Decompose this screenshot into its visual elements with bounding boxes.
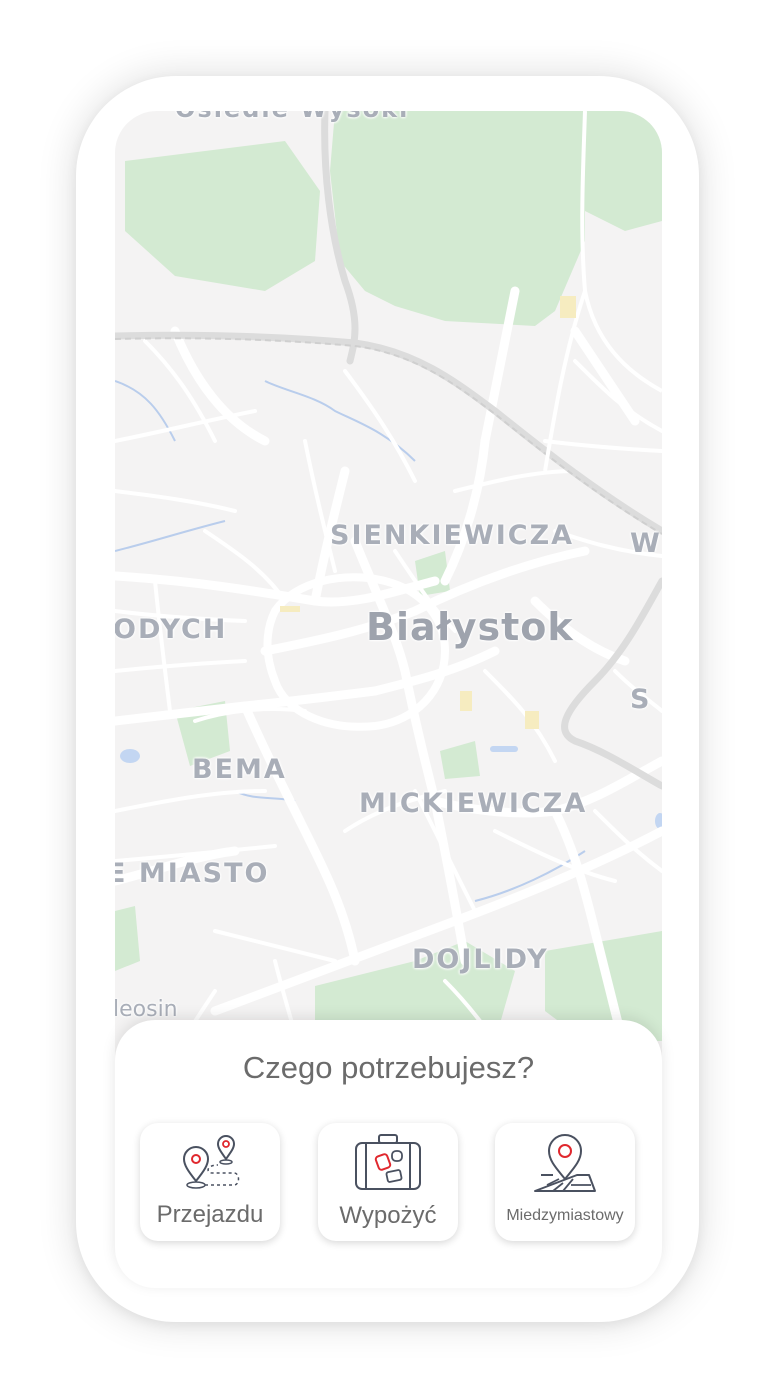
option-miedzymiastowy-label: Miedzymiastowy: [506, 1207, 624, 1224]
map-pin-icon: [534, 1134, 596, 1192]
route-pins-icon: [182, 1135, 240, 1189]
option-miedzymiastowy-button[interactable]: Miedzymiastowy: [495, 1123, 635, 1241]
map-landmarks: [280, 296, 576, 729]
map-label-bema: BEMA: [192, 754, 287, 785]
map-label-w: W: [630, 528, 662, 559]
map-label-odych: ODYCH: [115, 614, 228, 645]
map-label-sienkiewicza: SIENKIEWICZA: [330, 520, 575, 551]
map-label-dojlidy: DOJLIDY: [412, 944, 549, 975]
option-wypozyc-button[interactable]: Wypożyć: [318, 1123, 458, 1241]
map-label-mickiewicza: MICKIEWICZA: [359, 788, 588, 819]
map-label-city: Białystok: [366, 605, 574, 649]
option-przejazdu-button[interactable]: Przejazdu: [140, 1123, 280, 1241]
suitcase-icon: [355, 1134, 421, 1190]
map-label-miasto: E MIASTO: [115, 858, 270, 889]
map-label-s: S: [630, 684, 652, 715]
option-przejazdu-label: Przejazdu: [156, 1201, 264, 1228]
map-label-top: Osiedle Wysoki: [175, 111, 409, 123]
panel-title: Czego potrzebujesz?: [242, 1050, 535, 1085]
map-label-leosin: leosin: [115, 997, 178, 1022]
service-selection-panel: Czego potrzebujesz? Przejazdu Wypożyć Mi…: [115, 1020, 662, 1288]
option-wypozyc-label: Wypożyć: [339, 1202, 437, 1229]
